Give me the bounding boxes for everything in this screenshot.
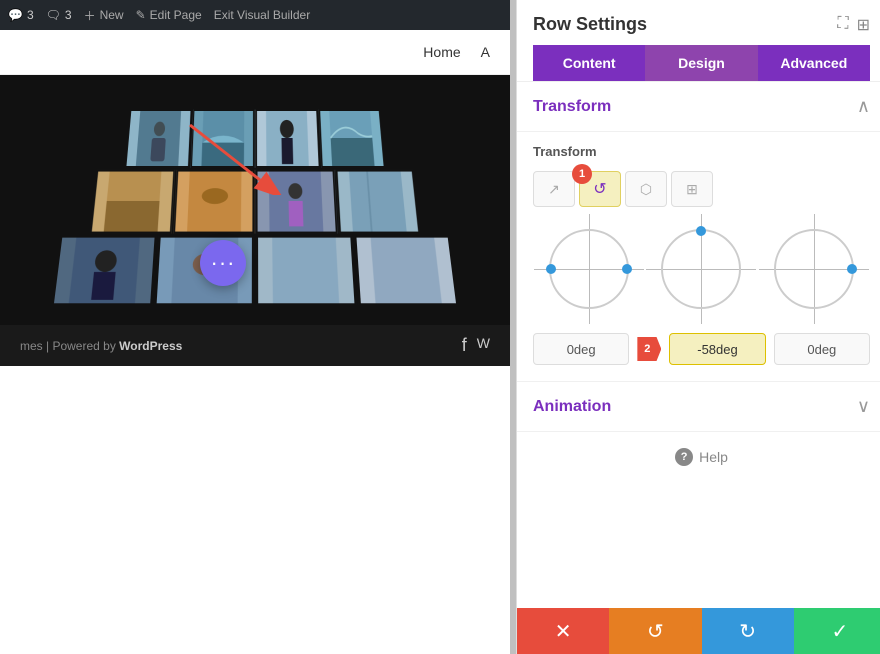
left-panel: 💬 3 🗨 3 ＋ New ✎ Edit Page Exit Visual Bu… bbox=[0, 0, 510, 654]
bubble-count: 3 bbox=[27, 8, 34, 22]
expand-icon[interactable]: ∨ bbox=[857, 396, 870, 417]
save-button[interactable]: ✓ bbox=[794, 608, 880, 654]
help-icon: ? bbox=[675, 448, 693, 466]
rotate-tool-button[interactable]: 1 ↺ bbox=[579, 171, 621, 207]
tab-advanced[interactable]: Advanced bbox=[758, 45, 870, 81]
skew-icon: ⬡ bbox=[640, 181, 652, 198]
nav-a[interactable]: A bbox=[481, 44, 490, 60]
dot-right-z bbox=[847, 264, 857, 274]
edit-page-label: Edit Page bbox=[150, 8, 202, 22]
z-axis-control[interactable] bbox=[774, 229, 854, 309]
comment-count: 3 bbox=[65, 8, 72, 22]
rotation-diagrams bbox=[517, 213, 880, 325]
animation-section: Animation ∨ bbox=[517, 381, 880, 432]
image-grid bbox=[0, 75, 510, 325]
red-arrow-annotation bbox=[170, 115, 290, 195]
help-row[interactable]: ? Help bbox=[517, 432, 880, 482]
step-badge-1: 1 bbox=[572, 164, 592, 184]
fullscreen-icon[interactable]: ⛶ bbox=[837, 15, 848, 35]
transform-section-header[interactable]: Transform ∧ bbox=[517, 82, 880, 132]
new-button[interactable]: ＋ New bbox=[84, 7, 124, 24]
transform-section: Transform ∧ Transform ↗ 1 ↺ ⬡ ⊞ bbox=[517, 82, 880, 381]
top-bar: 💬 3 🗨 3 ＋ New ✎ Edit Page Exit Visual Bu… bbox=[0, 0, 510, 30]
undo-icon: ↺ bbox=[647, 619, 664, 644]
scale-tool-button[interactable]: ⊞ bbox=[671, 171, 713, 207]
x-rotate-input[interactable]: 0deg bbox=[533, 333, 629, 365]
panel-header: Row Settings ⛶ ⊞ Content Design Advanced bbox=[517, 0, 880, 82]
page-footer: mes | Powered by WordPress f W bbox=[0, 325, 510, 366]
comments-item[interactable]: 🗨 3 bbox=[46, 8, 72, 22]
comment-icon: 🗨 bbox=[46, 8, 61, 22]
value-inputs-row: 0deg 2 -58deg 0deg bbox=[517, 325, 880, 381]
footer-icons: f W bbox=[462, 335, 490, 356]
panel-title: Row Settings bbox=[533, 14, 647, 35]
dot-right bbox=[622, 264, 632, 274]
wordpress-icon: W bbox=[477, 335, 490, 356]
panel-tabs: Content Design Advanced bbox=[533, 45, 870, 81]
exit-label: Exit Visual Builder bbox=[214, 8, 311, 22]
pencil-icon: ✎ bbox=[136, 8, 146, 22]
transform-section-title: Transform bbox=[533, 98, 611, 116]
new-label: New bbox=[100, 8, 124, 22]
help-label: Help bbox=[699, 449, 728, 465]
y-rotate-input[interactable]: -58deg bbox=[669, 333, 765, 365]
edit-page-button[interactable]: ✎ Edit Page bbox=[136, 8, 202, 22]
undo-button[interactable]: ↺ bbox=[609, 608, 701, 654]
scale-icon: ⊞ bbox=[686, 181, 698, 198]
grid-icon[interactable]: ⊞ bbox=[857, 15, 870, 35]
tab-content[interactable]: Content bbox=[533, 45, 645, 81]
nav-home[interactable]: Home bbox=[423, 44, 460, 60]
facebook-icon: f bbox=[462, 335, 467, 356]
notifications-item[interactable]: 💬 3 bbox=[8, 8, 34, 22]
skew-tool-button[interactable]: ⬡ bbox=[625, 171, 667, 207]
step-badge-2: 2 bbox=[637, 337, 661, 361]
bubble-icon: 💬 bbox=[8, 8, 23, 22]
dot-left bbox=[546, 264, 556, 274]
dot-top bbox=[696, 226, 706, 236]
plus-icon: ＋ bbox=[84, 7, 96, 24]
exit-builder-button[interactable]: Exit Visual Builder bbox=[214, 8, 311, 22]
panel-header-icons: ⛶ ⊞ bbox=[837, 15, 870, 35]
cancel-button[interactable]: ✕ bbox=[517, 608, 609, 654]
y-axis-control[interactable] bbox=[661, 229, 741, 309]
animation-section-title: Animation bbox=[533, 398, 611, 416]
rotate-icon: ↺ bbox=[593, 179, 606, 199]
z-rotate-input[interactable]: 0deg bbox=[774, 333, 870, 365]
cancel-icon: ✕ bbox=[555, 619, 572, 644]
collapse-icon[interactable]: ∧ bbox=[857, 96, 870, 117]
footer-text: mes | Powered by WordPress bbox=[20, 339, 182, 353]
move-icon: ↗ bbox=[548, 181, 560, 198]
bottom-action-bar: ✕ ↺ ↻ ✓ bbox=[517, 608, 880, 654]
redo-icon: ↻ bbox=[739, 619, 756, 644]
right-panel: Row Settings ⛶ ⊞ Content Design Advanced… bbox=[516, 0, 880, 654]
tab-design[interactable]: Design bbox=[645, 45, 757, 81]
animation-section-header[interactable]: Animation ∨ bbox=[517, 382, 880, 432]
panel-body: Transform ∧ Transform ↗ 1 ↺ ⬡ ⊞ bbox=[517, 82, 880, 608]
step-badge-2-container: 2 bbox=[637, 337, 661, 361]
nav-bar: Home A bbox=[0, 30, 510, 75]
floating-menu-button[interactable]: ··· bbox=[200, 240, 246, 286]
canvas-area: mes | Powered by WordPress f W ··· bbox=[0, 75, 510, 366]
transform-label: Transform bbox=[517, 132, 880, 165]
transform-icons-row: ↗ 1 ↺ ⬡ ⊞ bbox=[517, 165, 880, 213]
save-icon: ✓ bbox=[831, 619, 848, 644]
redo-button[interactable]: ↻ bbox=[702, 608, 794, 654]
move-tool-button[interactable]: ↗ bbox=[533, 171, 575, 207]
x-axis-control[interactable] bbox=[549, 229, 629, 309]
dots-icon: ··· bbox=[211, 250, 236, 276]
